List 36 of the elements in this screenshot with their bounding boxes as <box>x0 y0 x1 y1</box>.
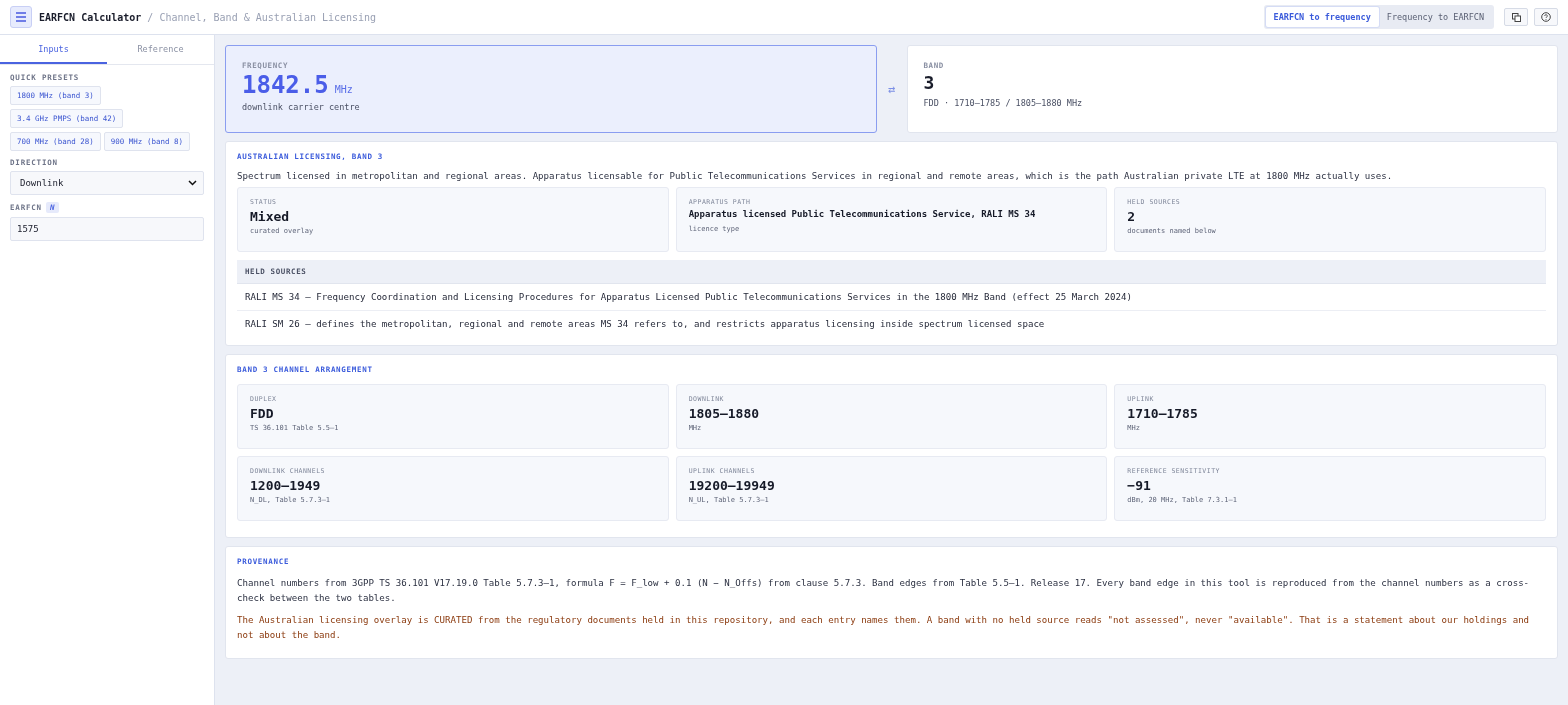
direction-select[interactable]: Downlink <box>10 171 204 195</box>
warning-paragraph: The Australian licensing overlay is CURATED from the regulatory documents held in this repository, and each entry names them. A band with no held source reads "not assessed", never "available". That is a statement about our holdings and not about the band. <box>237 614 1531 642</box>
chevron-down-icon <box>188 180 197 186</box>
menu-icon <box>15 12 27 22</box>
stat-value: Apparatus licensed Public Telecommunications Service, RALI MS 34 <box>688 209 1037 219</box>
frequency-value: 1842.5 <box>242 71 329 99</box>
swap-icon: ⇄ <box>884 82 899 96</box>
stat-value: 2 <box>1127 209 1137 224</box>
mode-option[interactable]: Frequency to EARFCN <box>1378 7 1492 27</box>
band-value: 3 <box>923 72 936 93</box>
stat-value: −91 <box>1127 478 1152 493</box>
provenance-paragraph: Channel numbers from 3GPP TS 36.101 V17.19.0 Table 5.7.3–1, formula F = F_low + 0.1 (N − N_Offs) from clause 5.7.3. Band edges from Table 5.5–1. Release 17. Every band edge in this tool is reproduced from the channel numbers as a cross-check between the two tables. <box>237 577 1531 605</box>
frequency-unit: MHz <box>334 84 353 95</box>
stat-value: Mixed <box>250 209 291 224</box>
frequency-caption: downlink carrier centre <box>242 102 361 112</box>
licensing-summary: Spectrum licensed in metropolitan and regional areas. Apparatus licensable for Public Telecommunications Services in regional and remote areas, which is the path Australian private LTE at 1800 MHz actually uses. <box>237 171 1394 181</box>
menu-button[interactable] <box>10 6 32 28</box>
earfcn-input[interactable]: 1575 <box>10 217 204 241</box>
page-subtitle: Channel, Band & Australian Licensing <box>159 11 377 23</box>
mode-option[interactable]: EARFCN to frequency <box>1265 7 1379 27</box>
app-title: EARFCN Calculator <box>39 11 142 23</box>
help-icon <box>1541 12 1551 22</box>
breadcrumb-separator: / <box>147 11 154 23</box>
sidebar-tab[interactable]: Reference <box>107 35 214 64</box>
stat-value: FDD <box>250 406 275 421</box>
stat-value: 1805–1880 <box>688 406 761 421</box>
sidebar-tab[interactable]: Inputs <box>0 35 107 64</box>
band-caption: FDD · 1710–1785 / 1805–1880 MHz <box>923 98 1084 108</box>
stat-value: 1710–1785 <box>1127 406 1199 421</box>
copy-icon <box>1511 12 1521 22</box>
stat-value: 1200–1949 <box>250 478 322 493</box>
stat-value: 19200–19949 <box>688 478 776 493</box>
source-row: RALI MS 34 — Frequency Coordination and Licensing Procedures for Apparatus Licensed Public Telecommunications Services in the 1800 MHz Band (effect 25 March 2024) <box>237 284 1546 311</box>
source-row-text: RALI SM 26 — defines the metropolitan, regional and remote areas MS 34 refers to, and restricts apparatus licensing inside spectrum licensed space <box>244 318 1046 331</box>
help-button[interactable] <box>1534 8 1558 26</box>
copy-button[interactable] <box>1504 8 1528 26</box>
